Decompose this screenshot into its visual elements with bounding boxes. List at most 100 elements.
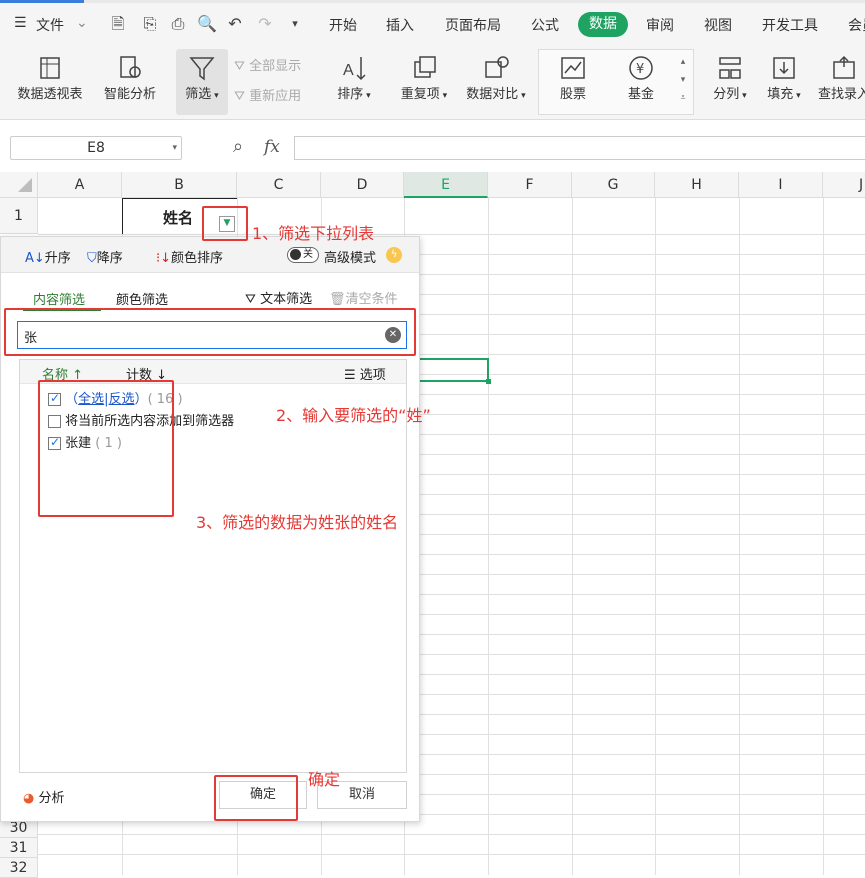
stock-icon: [558, 53, 588, 83]
data-compare-label: 数据对比: [466, 87, 518, 102]
smart-analysis-label: 智能分析: [104, 87, 156, 102]
split-column-icon: [715, 53, 745, 83]
stock-button[interactable]: 股票: [550, 53, 596, 102]
ribbon: 数据透视表 智能分析 筛选 ▾ ⛛ 全部显示 ⛛ 重新应用 A 排序 ▾ 重复项…: [0, 45, 865, 120]
name-box-value: E8: [87, 140, 105, 156]
split-column-label: 分列: [713, 87, 739, 102]
customize-icon[interactable]: ▾: [285, 14, 305, 34]
data-compare-dropdown-icon: ▾: [518, 91, 525, 101]
tab-developer[interactable]: 开发工具: [762, 15, 818, 35]
fund-button[interactable]: ¥ 基金: [618, 53, 664, 102]
column-header-i[interactable]: I: [739, 172, 823, 198]
column-header-j[interactable]: J: [823, 172, 865, 198]
fund-icon: ¥: [626, 53, 656, 83]
duplicates-button[interactable]: 重复项 ▾: [396, 53, 452, 102]
save-icon[interactable]: 🗎: [108, 14, 128, 34]
split-column-button[interactable]: 分列 ▾: [708, 53, 752, 102]
chevron-down-icon[interactable]: ⌄: [76, 15, 88, 31]
data-compare-button[interactable]: 数据对比 ▾: [462, 53, 530, 102]
show-all-icon: ⛛: [234, 59, 249, 74]
show-all-label: 全部显示: [249, 59, 301, 74]
show-all-button[interactable]: ⛛ 全部显示: [234, 55, 301, 74]
name-box[interactable]: E8 ▾: [10, 136, 182, 160]
annotation-step3: 3、筛选的数据为姓张的姓名: [196, 509, 398, 533]
reapply-label: 重新应用: [249, 89, 301, 104]
filter-button[interactable]: 筛选 ▾: [176, 53, 228, 102]
select-all-corner[interactable]: [0, 172, 38, 198]
column-header-c[interactable]: C: [237, 172, 321, 198]
hamburger-icon[interactable]: ☰: [14, 15, 27, 31]
tab-data[interactable]: 数据: [578, 12, 628, 37]
toggle-state-label: 关: [303, 249, 313, 260]
column-header-e[interactable]: E: [404, 172, 488, 198]
column-header-h[interactable]: H: [655, 172, 739, 198]
trash-icon: 🗑: [329, 292, 346, 307]
row-header-1[interactable]: 1: [0, 198, 38, 234]
smart-analysis-button[interactable]: 智能分析: [100, 53, 160, 102]
filter-label: 筛选: [185, 87, 211, 102]
text-filter-label: 文本筛选: [260, 292, 312, 307]
file-menu[interactable]: 文件: [36, 15, 64, 35]
fill-dropdown-icon: ▾: [793, 91, 800, 101]
zoom-icon[interactable]: ⌕: [233, 136, 243, 157]
tab-page-layout[interactable]: 页面布局: [445, 15, 501, 35]
sort-button[interactable]: A 排序 ▾: [330, 53, 378, 102]
row-header-32[interactable]: 32: [0, 858, 38, 878]
annotation-box-results: [38, 380, 174, 517]
tab-insert[interactable]: 插入: [386, 15, 414, 35]
print-icon[interactable]: ⎙: [168, 14, 188, 34]
filter-dropdown-icon: ▾: [211, 91, 218, 101]
pie-chart-icon: ◕: [23, 791, 38, 806]
grid-row-line: [38, 834, 865, 835]
analyze-button[interactable]: ◕ 分析: [23, 787, 65, 806]
fund-label: 基金: [628, 87, 654, 102]
redo-icon[interactable]: ↷: [255, 14, 275, 34]
stock-label: 股票: [560, 87, 586, 102]
column-header-b[interactable]: B: [122, 172, 237, 198]
tab-review[interactable]: 审阅: [646, 15, 674, 35]
grid-row-line: [38, 234, 865, 235]
sort-asc-label: 升序: [45, 251, 71, 266]
tab-member[interactable]: 会员: [848, 15, 865, 35]
export-icon[interactable]: ⎘: [140, 14, 160, 34]
column-header-a[interactable]: A: [38, 172, 122, 198]
duplicates-icon: [409, 53, 439, 83]
gallery-scroll[interactable]: ▴▾⩡: [676, 53, 690, 107]
name-box-dropdown-icon[interactable]: ▾: [172, 137, 177, 159]
sort-asc-button[interactable]: A↓升序: [25, 247, 71, 266]
filter-icon: [187, 53, 217, 83]
clear-conditions-button[interactable]: 🗑清空条件: [329, 288, 398, 307]
advanced-mode-toggle[interactable]: 关: [287, 247, 319, 263]
reapply-button[interactable]: ⛛ 重新应用: [234, 85, 301, 104]
row-header-31[interactable]: 31: [0, 838, 38, 858]
fx-icon[interactable]: fx: [264, 137, 280, 157]
lookup-entry-button[interactable]: 查找录入: [814, 53, 865, 102]
options-button[interactable]: ☰ 选项: [344, 364, 386, 383]
data-compare-icon: [481, 53, 511, 83]
annotation-step1: 1、筛选下拉列表: [252, 220, 374, 244]
premium-icon: ϟ: [386, 247, 402, 263]
formula-input[interactable]: [294, 136, 865, 160]
analyze-label: 分析: [38, 791, 64, 806]
color-sort-button[interactable]: ⁝↓颜色排序: [156, 247, 223, 266]
sort-dropdown-icon: ▾: [363, 91, 370, 101]
column-header-d[interactable]: D: [321, 172, 404, 198]
tab-content-filter[interactable]: 内容筛选: [33, 289, 85, 308]
column-header-f[interactable]: F: [488, 172, 572, 198]
tab-start[interactable]: 开始: [329, 15, 357, 35]
fill-button[interactable]: 填充 ▾: [762, 53, 806, 102]
undo-icon[interactable]: ↶: [225, 14, 245, 34]
pivot-table-button[interactable]: 数据透视表: [14, 53, 86, 102]
tab-color-filter[interactable]: 颜色筛选: [116, 289, 168, 308]
annotation-box-search: [4, 308, 416, 356]
text-filter-button[interactable]: ⛛ 文本筛选: [245, 288, 312, 307]
duplicates-dropdown-icon: ▾: [440, 91, 447, 101]
tab-formula[interactable]: 公式: [531, 15, 559, 35]
tab-view[interactable]: 视图: [704, 15, 732, 35]
sort-desc-button[interactable]: ⛉降序: [87, 247, 123, 266]
sort-icon: A: [339, 53, 369, 83]
color-sort-icon: ⁝↓: [156, 251, 171, 266]
print-preview-icon[interactable]: 🔍: [197, 14, 217, 34]
column-header-g[interactable]: G: [572, 172, 655, 198]
fill-label: 填充: [767, 87, 793, 102]
